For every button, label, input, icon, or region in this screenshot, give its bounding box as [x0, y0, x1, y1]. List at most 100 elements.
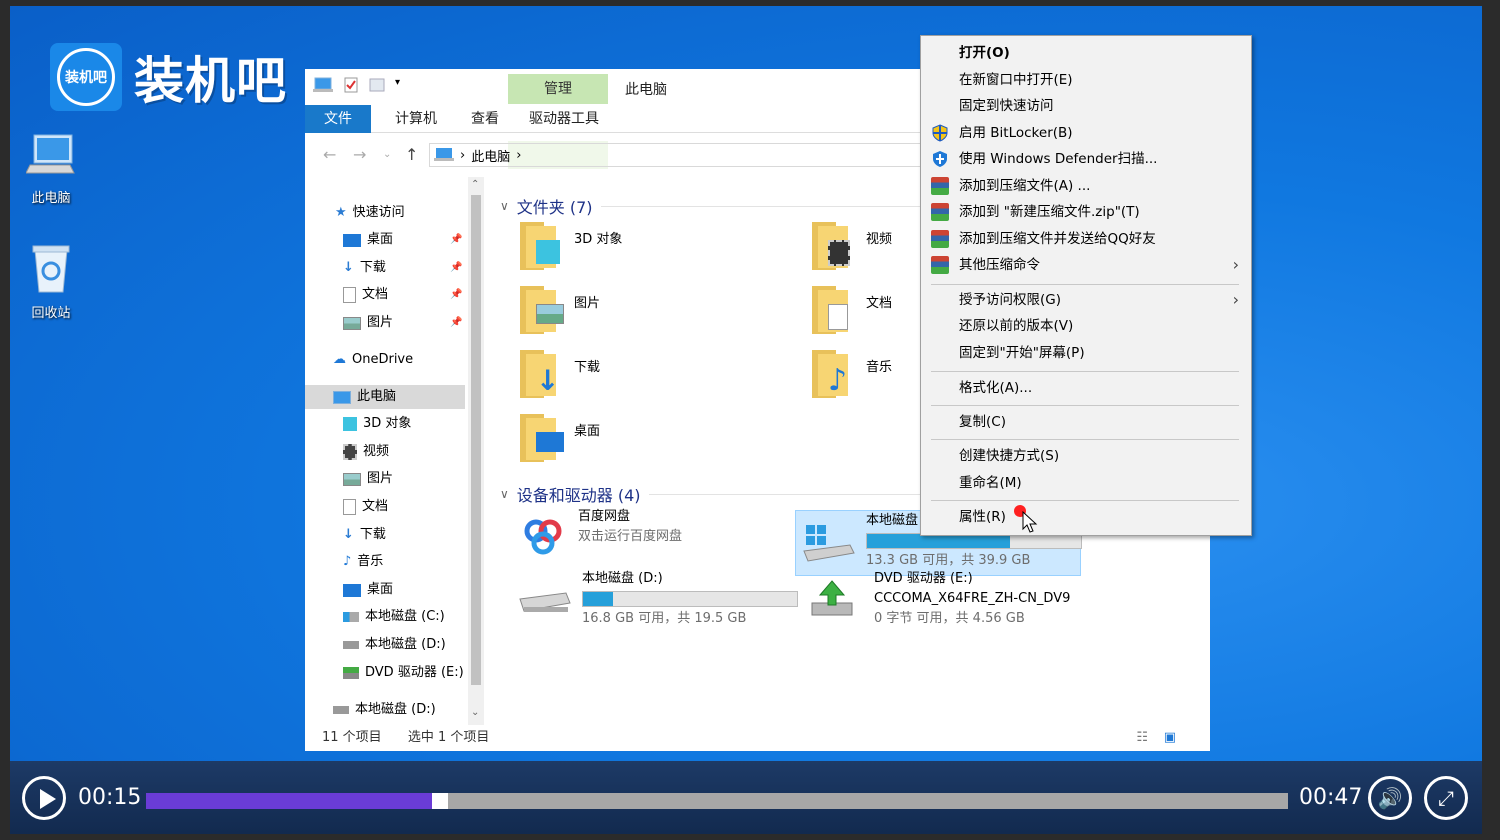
star-icon: ★: [335, 205, 347, 220]
context-menu-item[interactable]: 添加到压缩文件并发送给QQ好友: [921, 226, 1251, 252]
winrar-icon: [931, 203, 949, 221]
volume-icon[interactable]: 🔊: [1368, 776, 1412, 820]
nav-pictures[interactable]: 图片: [343, 311, 393, 335]
folder-music[interactable]: ♪ 音乐: [812, 350, 892, 398]
seek-progress: [146, 793, 432, 809]
drive-usage-bar: [582, 591, 798, 607]
desktop-icon: [343, 233, 361, 247]
cube-icon: [343, 417, 357, 431]
folder-pictures[interactable]: 图片: [520, 286, 600, 334]
large-icons-view-icon[interactable]: ▣: [1164, 725, 1176, 751]
tab-computer[interactable]: 计算机: [377, 105, 455, 133]
context-menu-item[interactable]: 属性(R): [921, 504, 1251, 530]
device-dvd-drive[interactable]: DVD 驱动器 (E:) CCCOMA_X64FRE_ZH-CN_DV9 0 字…: [810, 569, 1070, 629]
context-menu-item[interactable]: 创建快捷方式(S): [921, 443, 1251, 469]
desktop-icon-recycle-bin[interactable]: 回收站: [16, 242, 86, 321]
folder-downloads[interactable]: ↓ 下载: [520, 350, 600, 398]
context-menu-item[interactable]: 复制(C): [921, 409, 1251, 435]
nav-quick-access[interactable]: ★ 快速访问: [335, 201, 405, 225]
new-folder-icon[interactable]: [369, 77, 385, 93]
fullscreen-icon[interactable]: ⤢: [1424, 776, 1468, 820]
selected-count: 选中 1 个项目: [407, 730, 490, 745]
desktop-icon-label: 回收站: [31, 306, 71, 321]
nav-desktop-pc[interactable]: 桌面: [343, 578, 393, 602]
nav-desktop[interactable]: 桌面: [343, 228, 393, 252]
address-bar[interactable]: › 此电脑 ›: [429, 143, 924, 167]
pin-icon[interactable]: 📌: [450, 289, 462, 300]
recent-chevron-icon[interactable]: ⌄: [383, 149, 391, 160]
nav-this-pc[interactable]: 此电脑: [305, 385, 465, 409]
chevron-down-icon[interactable]: ▾: [395, 77, 413, 93]
context-menu-item[interactable]: 启用 BitLocker(B): [921, 120, 1251, 146]
device-local-disk-d[interactable]: 本地磁盘 (D:) 16.8 GB 可用，共 19.5 GB: [518, 569, 798, 629]
scroll-up-icon[interactable]: ⌃: [471, 179, 479, 190]
forward-arrow-icon[interactable]: →: [353, 145, 366, 164]
folder-documents[interactable]: 文档: [812, 286, 892, 334]
context-menu-item[interactable]: 格式化(A)...: [921, 375, 1251, 401]
submenu-arrow-icon: ›: [1232, 255, 1239, 274]
desktop-icon-this-pc[interactable]: 此电脑: [16, 131, 86, 206]
properties-icon[interactable]: [343, 77, 359, 93]
nav-dvd-drive[interactable]: DVD 驱动器 (E:): [343, 661, 464, 685]
tab-drive-tools[interactable]: 驱动器工具: [511, 105, 617, 133]
scrollbar-thumb[interactable]: [471, 195, 481, 685]
pin-icon[interactable]: 📌: [450, 234, 462, 245]
breadcrumb-this-pc[interactable]: 此电脑: [471, 146, 510, 165]
nav-drive-d[interactable]: 本地磁盘 (D:): [343, 633, 446, 657]
context-menu-item[interactable]: 重命名(M): [921, 470, 1251, 496]
window-title: 此电脑: [625, 82, 667, 98]
nav-pictures-pc[interactable]: 图片: [343, 467, 393, 491]
nav-scrollbar[interactable]: ⌃ ⌄: [468, 177, 484, 725]
up-arrow-icon[interactable]: ↑: [405, 145, 418, 164]
menu-item-label: 固定到"开始"屏幕(P): [959, 345, 1085, 361]
current-time: 00:15: [78, 785, 142, 810]
nav-3d-objects[interactable]: 3D 对象: [343, 412, 411, 436]
winrar-icon: [931, 177, 949, 195]
tab-manage[interactable]: 管理: [508, 74, 608, 104]
submenu-arrow-icon: ›: [1232, 290, 1239, 309]
context-menu: 打开(O) 在新窗口中打开(E) 固定到快速访问 启用 BitLocker(B) 使用 …: [920, 35, 1252, 536]
context-menu-item[interactable]: 在新窗口中打开(E): [921, 67, 1251, 93]
folder-videos[interactable]: 视频: [812, 222, 892, 270]
context-menu-item[interactable]: 固定到快速访问: [921, 93, 1251, 119]
menu-separator: [931, 284, 1239, 285]
context-menu-item[interactable]: 添加到压缩文件(A) ...: [921, 173, 1251, 199]
context-menu-item[interactable]: 还原以前的版本(V): [921, 313, 1251, 339]
context-menu-item[interactable]: 添加到 "新建压缩文件.zip"(T): [921, 199, 1251, 225]
nav-music[interactable]: ♪ 音乐: [343, 550, 383, 574]
nav-downloads[interactable]: ↓ 下载: [343, 256, 386, 280]
nav-documents[interactable]: 文档: [343, 283, 388, 307]
play-button[interactable]: [22, 776, 66, 820]
device-baidu-netdisk[interactable]: 百度网盘 双击运行百度网盘: [518, 507, 682, 561]
shield-icon: [931, 124, 949, 142]
back-arrow-icon[interactable]: ←: [323, 145, 336, 164]
tab-view[interactable]: 查看: [453, 105, 517, 133]
devices-section-header[interactable]: ∨ 设备和驱动器 (4): [500, 482, 920, 506]
details-view-icon[interactable]: ☷: [1136, 725, 1148, 751]
computer-icon[interactable]: [313, 77, 333, 93]
pin-icon[interactable]: 📌: [450, 262, 462, 273]
folders-section-header[interactable]: ∨ 文件夹 (7): [500, 194, 920, 218]
breadcrumb-separator: ›: [516, 147, 522, 163]
context-menu-item[interactable]: 固定到"开始"屏幕(P): [921, 340, 1251, 366]
nav-downloads-pc[interactable]: ↓ 下载: [343, 523, 386, 547]
seek-bar[interactable]: [146, 793, 1288, 809]
nav-documents-pc[interactable]: 文档: [343, 495, 388, 519]
context-menu-item[interactable]: 授予访问权限(G) ›: [921, 287, 1251, 313]
folder-desktop[interactable]: 桌面: [520, 414, 600, 462]
nav-drive-c[interactable]: 本地磁盘 (C:): [343, 605, 445, 629]
menu-separator: [931, 500, 1239, 501]
context-menu-item[interactable]: 其他压缩命令 ›: [921, 252, 1251, 278]
nav-onedrive[interactable]: ☁ OneDrive: [333, 348, 413, 372]
total-time: 00:47: [1299, 785, 1363, 810]
context-menu-item[interactable]: 使用 Windows Defender扫描...: [921, 146, 1251, 172]
scroll-down-icon[interactable]: ⌄: [471, 707, 479, 718]
nav-drive-d-root[interactable]: 本地磁盘 (D:): [333, 698, 436, 722]
nav-videos[interactable]: 视频: [343, 440, 389, 464]
pin-icon[interactable]: 📌: [450, 317, 462, 328]
tab-file[interactable]: 文件: [305, 105, 371, 133]
seek-handle[interactable]: [431, 793, 448, 809]
context-menu-item[interactable]: 打开(O): [921, 40, 1251, 66]
folder-3d-objects[interactable]: 3D 对象: [520, 222, 622, 270]
video-frame: 装机吧 装机吧 此电脑 回收站 ▾ 管理 此电脑 文件 计算机 查看 驱动器工具…: [10, 6, 1482, 834]
